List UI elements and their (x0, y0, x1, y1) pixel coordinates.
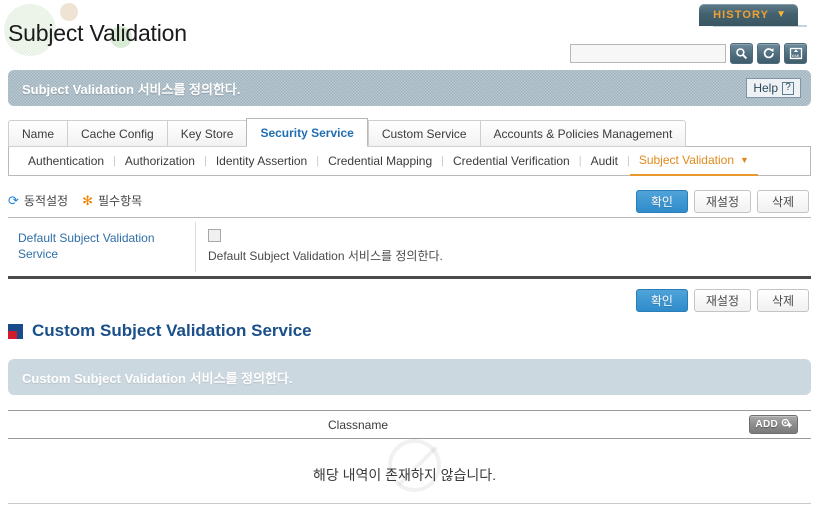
legend-row: ⟳ 동적설정 ✻ 필수항목 (8, 192, 142, 209)
page-description-text: Subject Validation 서비스를 정의한다. (22, 81, 241, 97)
reset-button-2[interactable]: 재설정 (693, 289, 751, 312)
sub-tab-bar: Authentication | Authorization | Identit… (8, 146, 811, 176)
default-service-description: Default Subject Validation 서비스를 정의한다. (208, 249, 443, 263)
search-toolbar: XML (570, 43, 807, 64)
help-button[interactable]: Help ? (746, 78, 801, 98)
subtab-authorization[interactable]: Authorization (116, 147, 204, 175)
subtab-identity-assertion[interactable]: Identity Assertion (207, 147, 316, 175)
action-buttons-second: 확인 재설정 삭제 (635, 289, 809, 312)
tab-accounts-policies-management[interactable]: Accounts & Policies Management (479, 120, 687, 147)
classname-table-header: Classname ADD (8, 410, 811, 438)
chevron-down-icon: ▼ (776, 9, 786, 20)
tab-custom-service[interactable]: Custom Service (367, 120, 480, 147)
legend-required-label: 필수항목 (97, 194, 143, 208)
subtab-audit[interactable]: Audit (582, 147, 627, 175)
main-tab-bar: Name Cache Config Key Store Security Ser… (8, 118, 811, 147)
divider-below-service-table (8, 276, 811, 279)
column-header-classname: Classname (328, 417, 389, 432)
add-plus-icon (781, 416, 792, 434)
custom-section-title: Custom Subject Validation Service (32, 321, 312, 340)
legend-required: ✻ 필수항목 (82, 192, 142, 209)
xml-export-icon: XML (789, 47, 803, 60)
page-root: Subject Validation HISTORY ▼ XML Subject… (0, 0, 819, 516)
search-input[interactable] (570, 44, 726, 63)
subtab-subject-validation-label: Subject Validation (638, 153, 734, 167)
delete-button[interactable]: 삭제 (757, 190, 809, 213)
chevron-down-icon: ▼ (740, 155, 749, 165)
tab-security-service[interactable]: Security Service (246, 118, 368, 147)
add-button-label: ADD (755, 419, 778, 430)
empty-state-message: 해당 내역이 존재하지 않습니다. (313, 467, 496, 483)
default-service-body: Default Subject Validation 서비스를 정의한다. (196, 222, 811, 272)
history-tab[interactable]: HISTORY ▼ (699, 4, 798, 26)
custom-section-heading: Custom Subject Validation Service (8, 321, 312, 341)
page-description-banner: Subject Validation 서비스를 정의한다. Help ? (8, 70, 811, 106)
history-tab-label: HISTORY (713, 9, 770, 21)
default-service-table: Default Subject Validation Service Defau… (8, 222, 811, 272)
decor-circle-beige (60, 3, 78, 21)
subtab-credential-verification[interactable]: Credential Verification (444, 147, 579, 175)
question-mark-icon: ? (782, 81, 794, 95)
subtab-credential-mapping[interactable]: Credential Mapping (319, 147, 441, 175)
confirm-button-2[interactable]: 확인 (635, 289, 688, 312)
default-service-checkbox[interactable] (208, 229, 221, 242)
asterisk-icon: ✻ (82, 193, 93, 208)
search-button[interactable] (730, 43, 753, 64)
page-title: Subject Validation (8, 20, 187, 46)
xml-export-button[interactable]: XML (784, 43, 807, 64)
refresh-icon: ⟳ (8, 193, 19, 208)
legend-dynamic-label: 동적설정 (23, 194, 69, 208)
legend-dynamic: ⟳ 동적설정 (8, 192, 68, 209)
reset-button[interactable]: 재설정 (693, 190, 751, 213)
help-button-label: Help (753, 81, 778, 95)
confirm-button[interactable]: 확인 (635, 190, 688, 213)
subtab-authentication[interactable]: Authentication (19, 147, 113, 175)
search-icon (735, 47, 748, 60)
classname-table-body: 해당 내역이 존재하지 않습니다. (8, 438, 811, 504)
action-buttons-top: 확인 재설정 삭제 (635, 190, 809, 213)
tab-key-store[interactable]: Key Store (166, 120, 247, 147)
refresh-button[interactable] (757, 43, 780, 64)
custom-section-banner-text: Custom Subject Validation 서비스를 정의한다. (22, 370, 293, 386)
add-button[interactable]: ADD (749, 415, 798, 434)
subtab-subject-validation[interactable]: Subject Validation ▼ (629, 146, 758, 176)
delete-button-2[interactable]: 삭제 (757, 289, 809, 312)
refresh-icon (762, 47, 776, 60)
divider-above-service-table (8, 217, 811, 218)
tab-name[interactable]: Name (8, 120, 68, 147)
svg-text:XML: XML (791, 53, 801, 58)
tab-cache-config[interactable]: Cache Config (67, 120, 167, 147)
custom-section-banner: Custom Subject Validation 서비스를 정의한다. (8, 359, 811, 395)
default-service-label: Default Subject Validation Service (8, 222, 196, 272)
section-marker-icon (8, 323, 23, 339)
